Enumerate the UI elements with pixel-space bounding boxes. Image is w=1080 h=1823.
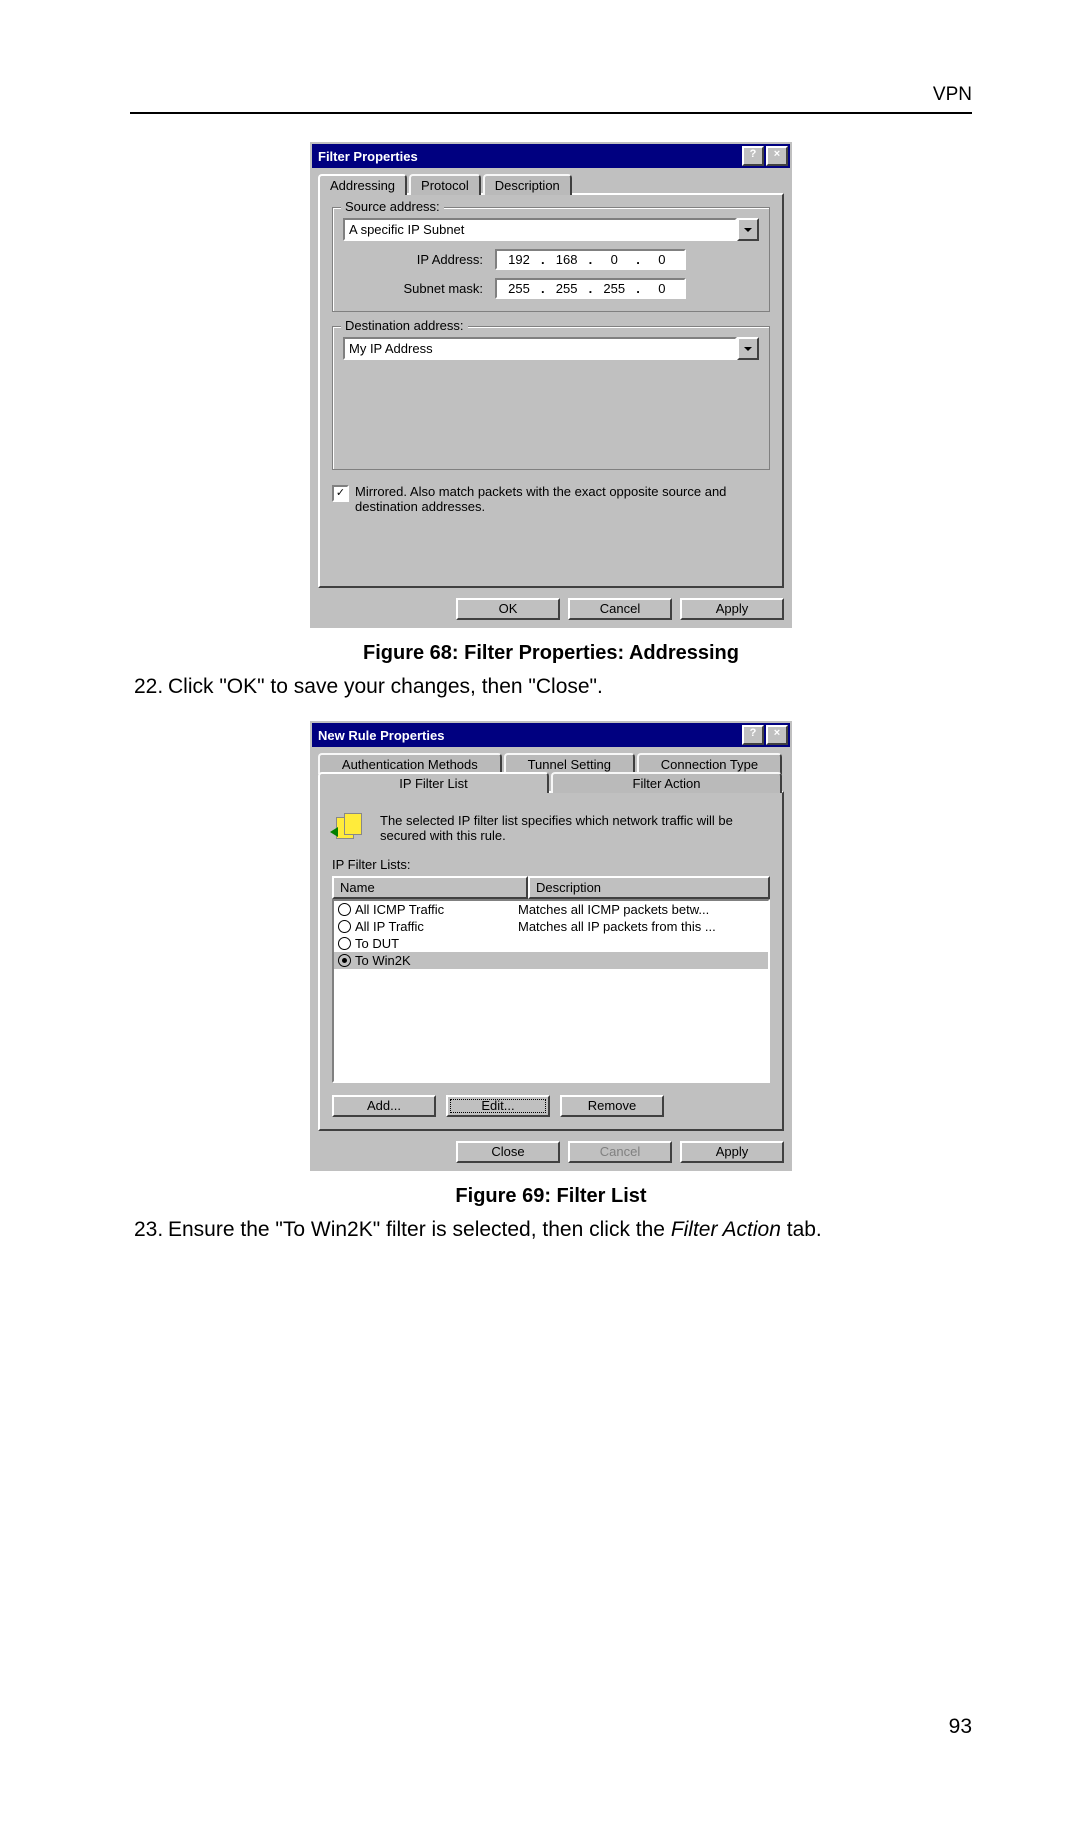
- edit-button[interactable]: Edit...: [446, 1095, 550, 1117]
- row-name: All IP Traffic: [355, 919, 424, 934]
- new-rule-properties-window: New Rule Properties ? × Authentication M…: [310, 721, 792, 1171]
- ip-address-label: IP Address:: [343, 252, 495, 267]
- cancel-button: Cancel: [568, 1141, 672, 1163]
- row-name: To DUT: [355, 936, 399, 951]
- tab-panel-addressing: Source address: A specific IP Subnet IP …: [318, 193, 784, 588]
- tab-strip: Addressing Protocol Description: [318, 174, 784, 195]
- subnet-mask-input[interactable]: 255. 255. 255. 0: [495, 278, 686, 299]
- remove-button[interactable]: Remove: [560, 1095, 664, 1117]
- step-number: 23.: [134, 1218, 168, 1242]
- step-text: Ensure the "To Win2K" filter is selected…: [168, 1218, 822, 1242]
- step-22: 22. Click "OK" to save your changes, the…: [134, 675, 972, 699]
- list-body[interactable]: All ICMP Traffic Matches all ICMP packet…: [332, 899, 770, 1083]
- step-text-post: tab.: [781, 1218, 822, 1241]
- mirrored-label: Mirrored. Also match packets with the ex…: [355, 484, 770, 514]
- ip-seg[interactable]: 0: [594, 252, 634, 267]
- mask-seg[interactable]: 255: [594, 281, 634, 296]
- radio-icon[interactable]: [338, 903, 351, 916]
- tab-protocol[interactable]: Protocol: [409, 174, 481, 195]
- tab-auth-methods[interactable]: Authentication Methods: [318, 753, 502, 774]
- step-text-italic: Filter Action: [671, 1218, 781, 1241]
- apply-button[interactable]: Apply: [680, 1141, 784, 1163]
- window-title: New Rule Properties: [318, 728, 444, 743]
- radio-icon[interactable]: [338, 954, 351, 967]
- radio-icon[interactable]: [338, 920, 351, 933]
- window-title: Filter Properties: [318, 149, 418, 164]
- row-name: To Win2K: [355, 953, 411, 968]
- source-address-dropdown[interactable]: A specific IP Subnet: [343, 218, 759, 241]
- list-item[interactable]: All IP Traffic Matches all IP packets fr…: [334, 918, 768, 935]
- col-description[interactable]: Description: [528, 876, 770, 899]
- chevron-down-icon[interactable]: [737, 218, 759, 241]
- subnet-mask-label: Subnet mask:: [343, 281, 495, 296]
- row-desc: Matches all IP packets from this ...: [518, 919, 764, 934]
- apply-button[interactable]: Apply: [680, 598, 784, 620]
- dest-address-dropdown[interactable]: My IP Address: [343, 337, 759, 360]
- page-number: 93: [949, 1715, 972, 1739]
- tab-strip-front: IP Filter List Filter Action: [318, 772, 784, 793]
- source-address-value: A specific IP Subnet: [343, 218, 737, 241]
- help-icon[interactable]: ?: [742, 725, 764, 745]
- step-text: Click "OK" to save your changes, then "C…: [168, 675, 603, 699]
- tab-description[interactable]: Description: [483, 174, 572, 195]
- add-button[interactable]: Add...: [332, 1095, 436, 1117]
- destination-address-group: Destination address: My IP Address: [332, 326, 770, 470]
- row-name: All ICMP Traffic: [355, 902, 444, 917]
- dest-address-value: My IP Address: [343, 337, 737, 360]
- col-name[interactable]: Name: [332, 876, 528, 899]
- step-number: 22.: [134, 675, 168, 699]
- mirrored-checkbox[interactable]: ✓: [332, 485, 349, 502]
- figure-69-wrap: New Rule Properties ? × Authentication M…: [130, 721, 972, 1171]
- title-bar: New Rule Properties ? ×: [312, 723, 790, 747]
- row-desc: [518, 953, 764, 968]
- tab-strip-back: Authentication Methods Tunnel Setting Co…: [318, 753, 784, 774]
- mask-seg[interactable]: 255: [499, 281, 539, 296]
- help-icon[interactable]: ?: [742, 146, 764, 166]
- close-icon[interactable]: ×: [766, 146, 788, 166]
- row-desc: [518, 936, 764, 951]
- ip-seg[interactable]: 192: [499, 252, 539, 267]
- radio-icon[interactable]: [338, 937, 351, 950]
- dest-group-label: Destination address:: [341, 318, 468, 333]
- info-text: The selected IP filter list specifies wh…: [380, 813, 766, 843]
- tab-connection-type[interactable]: Connection Type: [637, 753, 782, 774]
- ip-seg[interactable]: 168: [547, 252, 587, 267]
- tab-ip-filter-list[interactable]: IP Filter List: [318, 772, 549, 793]
- ok-button[interactable]: OK: [456, 598, 560, 620]
- ip-seg[interactable]: 0: [642, 252, 682, 267]
- cancel-button[interactable]: Cancel: [568, 598, 672, 620]
- tab-filter-action[interactable]: Filter Action: [551, 772, 782, 793]
- filter-properties-window: Filter Properties ? × Addressing Protoco…: [310, 142, 792, 628]
- list-item[interactable]: To Win2K: [334, 952, 768, 969]
- step-text-pre: Ensure the "To Win2K" filter is selected…: [168, 1218, 671, 1241]
- figure-69-caption: Figure 69: Filter List: [130, 1185, 972, 1208]
- tab-tunnel-setting[interactable]: Tunnel Setting: [504, 753, 635, 774]
- filter-list-icon: [336, 813, 366, 843]
- list-item[interactable]: All ICMP Traffic Matches all ICMP packet…: [334, 901, 768, 918]
- source-group-label: Source address:: [341, 199, 444, 214]
- row-desc: Matches all ICMP packets betw...: [518, 902, 764, 917]
- close-button[interactable]: Close: [456, 1141, 560, 1163]
- mask-seg[interactable]: 0: [642, 281, 682, 296]
- tab-addressing[interactable]: Addressing: [318, 174, 407, 195]
- mask-seg[interactable]: 255: [547, 281, 587, 296]
- close-icon[interactable]: ×: [766, 725, 788, 745]
- step-23: 23. Ensure the "To Win2K" filter is sele…: [134, 1218, 972, 1242]
- filter-lists-label: IP Filter Lists:: [332, 857, 770, 872]
- list-item[interactable]: To DUT: [334, 935, 768, 952]
- title-bar: Filter Properties ? ×: [312, 144, 790, 168]
- chevron-down-icon[interactable]: [737, 337, 759, 360]
- source-address-group: Source address: A specific IP Subnet IP …: [332, 207, 770, 312]
- figure-68-caption: Figure 68: Filter Properties: Addressing: [130, 642, 972, 665]
- filter-list-table: Name Description All ICMP Traffic Matche…: [332, 876, 770, 1083]
- page-header: VPN: [130, 84, 972, 114]
- figure-68-wrap: Filter Properties ? × Addressing Protoco…: [130, 142, 972, 628]
- mirrored-row[interactable]: ✓ Mirrored. Also match packets with the …: [332, 484, 770, 514]
- tab-panel-filterlist: The selected IP filter list specifies wh…: [318, 791, 784, 1131]
- ip-address-input[interactable]: 192. 168. 0. 0: [495, 249, 686, 270]
- info-row: The selected IP filter list specifies wh…: [332, 805, 770, 857]
